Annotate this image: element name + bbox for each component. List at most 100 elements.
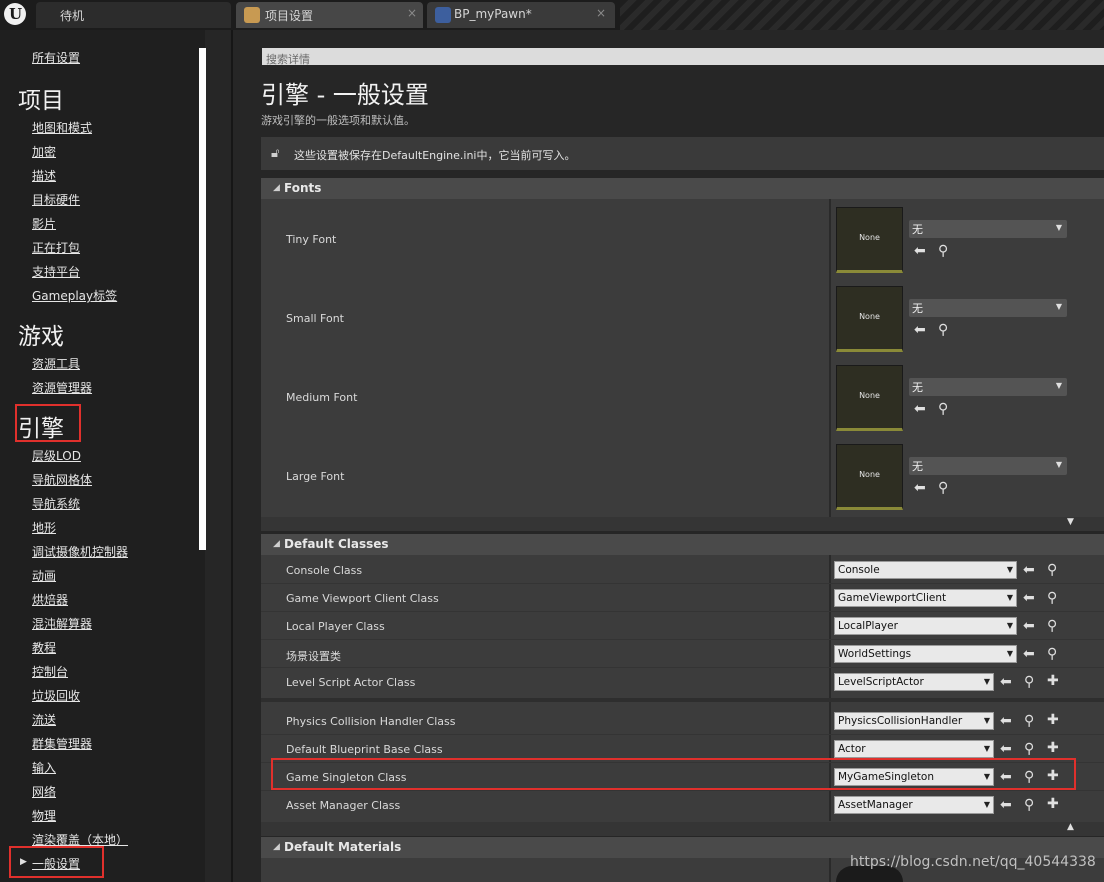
nav-item[interactable]: 资源管理器 xyxy=(32,379,92,396)
tab-idle[interactable]: 待机 xyxy=(36,2,231,28)
nav-item[interactable]: 垃圾回收 xyxy=(32,687,80,704)
browse-magnifier-icon[interactable]: ⚲ xyxy=(1024,674,1034,690)
use-selected-arrow-icon[interactable]: ⬅ xyxy=(1000,713,1012,729)
class-dropdown[interactable]: Console ▼ xyxy=(834,561,1017,579)
search-input[interactable] xyxy=(262,51,1104,68)
use-selected-arrow-icon[interactable]: ⬅ xyxy=(1023,646,1035,662)
browse-magnifier-icon[interactable]: ⚲ xyxy=(1047,646,1057,662)
property-label: Small Font xyxy=(286,312,344,325)
add-plus-icon[interactable]: ✚ xyxy=(1047,740,1059,756)
nav-item[interactable]: 描述 xyxy=(32,167,56,184)
nav-item[interactable]: 导航网格体 xyxy=(32,471,92,488)
class-dropdown[interactable]: Actor ▼ xyxy=(834,740,994,758)
close-icon[interactable]: × xyxy=(407,6,417,20)
browse-magnifier-icon[interactable]: ⚲ xyxy=(1024,713,1034,729)
browse-magnifier-icon[interactable]: ⚲ xyxy=(938,401,948,417)
class-dropdown[interactable]: GameViewportClient ▼ xyxy=(834,589,1017,607)
settings-nav-panel xyxy=(0,30,205,882)
fonts-section-header[interactable]: ◢ Fonts xyxy=(261,178,1104,199)
nav-item[interactable]: 支持平台 xyxy=(32,263,80,280)
dropdown-value: Console xyxy=(838,564,880,576)
use-selected-arrow-icon[interactable]: ⬅ xyxy=(1023,618,1035,634)
nav-item[interactable]: 导航系统 xyxy=(32,495,80,512)
use-selected-arrow-icon[interactable]: ⬅ xyxy=(1000,674,1012,690)
use-selected-arrow-icon[interactable]: ⬅ xyxy=(1000,741,1012,757)
use-selected-arrow-icon[interactable]: ⬅ xyxy=(1000,797,1012,813)
section-title: Fonts xyxy=(284,181,322,195)
property-label: Level Script Actor Class xyxy=(286,676,416,689)
browse-magnifier-icon[interactable]: ⚲ xyxy=(1024,797,1034,813)
font-asset-dropdown[interactable]: 无 ▼ xyxy=(909,378,1067,396)
panel-splitter[interactable] xyxy=(231,30,233,882)
nav-item[interactable]: 正在打包 xyxy=(32,239,80,256)
unreal-logo-icon[interactable]: U xyxy=(4,3,26,25)
nav-item[interactable]: 教程 xyxy=(32,639,56,656)
nav-item[interactable]: 流送 xyxy=(32,711,56,728)
font-asset-dropdown[interactable]: 无 ▼ xyxy=(909,299,1067,317)
nav-item[interactable]: 输入 xyxy=(32,759,56,776)
dropdown-value: LocalPlayer xyxy=(838,620,898,632)
font-thumbnail[interactable]: None xyxy=(836,286,903,352)
close-icon[interactable]: × xyxy=(596,6,606,20)
nav-item[interactable]: 资源工具 xyxy=(32,355,80,372)
use-selected-arrow-icon[interactable]: ⬅ xyxy=(1023,562,1035,578)
highlight-box-general-settings xyxy=(9,846,104,878)
class-dropdown[interactable]: LevelScriptActor ▼ xyxy=(834,673,994,691)
browse-magnifier-icon[interactable]: ⚲ xyxy=(938,243,948,259)
font-thumbnail[interactable]: None xyxy=(836,207,903,273)
use-selected-arrow-icon[interactable]: ⬅ xyxy=(914,243,926,259)
browse-magnifier-icon[interactable]: ⚲ xyxy=(1047,618,1057,634)
add-plus-icon[interactable]: ✚ xyxy=(1047,796,1059,812)
add-plus-icon[interactable]: ✚ xyxy=(1047,712,1059,728)
class-dropdown[interactable]: LocalPlayer ▼ xyxy=(834,617,1017,635)
collapse-up-icon: ▲ xyxy=(1067,822,1074,832)
font-asset-dropdown[interactable]: 无 ▼ xyxy=(909,457,1067,475)
collapse-bar[interactable]: ▲ xyxy=(261,822,1104,836)
config-notice: 🔓︎ 这些设置被保存在DefaultEngine.ini中，它当前可写入。 xyxy=(261,137,1104,170)
browse-magnifier-icon[interactable]: ⚲ xyxy=(938,480,948,496)
use-selected-arrow-icon[interactable]: ⬅ xyxy=(1023,590,1035,606)
class-dropdown[interactable]: AssetManager ▼ xyxy=(834,796,994,814)
dropdown-value: 无 xyxy=(912,302,923,315)
expand-bar[interactable]: ▼ xyxy=(261,517,1104,531)
property-label: Asset Manager Class xyxy=(286,799,401,812)
browse-magnifier-icon[interactable]: ⚲ xyxy=(938,322,948,338)
font-thumbnail[interactable]: None xyxy=(836,444,903,510)
nav-item[interactable]: 地形 xyxy=(32,519,56,536)
class-dropdown[interactable]: PhysicsCollisionHandler ▼ xyxy=(834,712,994,730)
nav-item[interactable]: 混沌解算器 xyxy=(32,615,92,632)
nav-item[interactable]: 调试摄像机控制器 xyxy=(32,543,128,560)
search-bar[interactable] xyxy=(262,48,1104,68)
nav-item[interactable]: 层级LOD xyxy=(32,447,81,464)
chevron-down-icon: ▼ xyxy=(983,716,990,725)
use-selected-arrow-icon[interactable]: ⬅ xyxy=(914,480,926,496)
nav-all-settings[interactable]: 所有设置 xyxy=(32,49,80,66)
font-thumbnail[interactable]: None xyxy=(836,365,903,431)
tab-bp-mypawn[interactable]: BP_myPawn* × xyxy=(427,2,615,28)
use-selected-arrow-icon[interactable]: ⬅ xyxy=(914,322,926,338)
nav-item[interactable]: 影片 xyxy=(32,215,56,232)
nav-item[interactable]: Gameplay标签 xyxy=(32,287,117,304)
nav-item[interactable]: 加密 xyxy=(32,143,56,160)
chevron-down-icon: ▼ xyxy=(1055,381,1062,390)
nav-item[interactable]: 网络 xyxy=(32,783,56,800)
browse-magnifier-icon[interactable]: ⚲ xyxy=(1047,590,1057,606)
tab-project-settings[interactable]: 项目设置 × xyxy=(236,2,423,28)
use-selected-arrow-icon[interactable]: ⬅ xyxy=(914,401,926,417)
nav-item[interactable]: 动画 xyxy=(32,567,56,584)
browse-magnifier-icon[interactable]: ⚲ xyxy=(1047,562,1057,578)
nav-item[interactable]: 烘焙器 xyxy=(32,591,68,608)
nav-scrollbar[interactable] xyxy=(199,48,206,550)
nav-item[interactable]: 目标硬件 xyxy=(32,191,80,208)
nav-item[interactable]: 群集管理器 xyxy=(32,735,92,752)
add-plus-icon[interactable]: ✚ xyxy=(1047,673,1059,689)
font-asset-dropdown[interactable]: 无 ▼ xyxy=(909,220,1067,238)
nav-item[interactable]: 地图和模式 xyxy=(32,119,92,136)
property-label: 场景设置类 xyxy=(286,650,341,663)
classes-section-header[interactable]: ◢ Default Classes xyxy=(261,534,1104,555)
class-dropdown[interactable]: WorldSettings ▼ xyxy=(834,645,1017,663)
nav-item[interactable]: 物理 xyxy=(32,807,56,824)
page-description: 游戏引擎的一般选项和默认值。 xyxy=(261,114,415,127)
nav-item[interactable]: 控制台 xyxy=(32,663,68,680)
browse-magnifier-icon[interactable]: ⚲ xyxy=(1024,741,1034,757)
